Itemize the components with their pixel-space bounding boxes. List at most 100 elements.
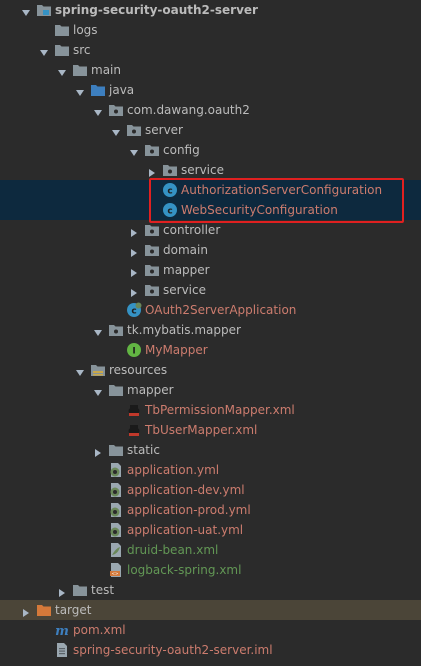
tree-row[interactable]: application.yml (0, 460, 421, 480)
tree-item-label: controller (163, 223, 221, 237)
expand-arrow-icon[interactable] (110, 124, 122, 136)
tree-row[interactable]: I MyMapper (0, 340, 421, 360)
tree-item-label: druid-bean.xml (127, 543, 219, 557)
svg-text:<>: <> (112, 571, 119, 576)
tree-item-label: application-prod.yml (127, 503, 251, 517)
tree-row[interactable]: controller (0, 220, 421, 240)
resources-folder-icon (90, 362, 106, 378)
tree-item-label: java (109, 83, 135, 97)
tree-item-label: spring-security-oauth2-server.iml (73, 643, 273, 657)
tree-item-label: mapper (163, 263, 210, 277)
tree-item-label: main (91, 63, 121, 77)
package-icon (126, 122, 142, 138)
tree-row[interactable]: spring-security-oauth2-server (0, 0, 421, 20)
tree-row[interactable]: java (0, 80, 421, 100)
package-icon (162, 162, 178, 178)
svg-text:c: c (167, 187, 172, 197)
tree-row[interactable]: static (0, 440, 421, 460)
iml-file-icon (54, 642, 70, 658)
java-interface-icon: I (126, 342, 142, 358)
tree-item-label: target (55, 603, 92, 617)
svg-text:m: m (55, 624, 69, 638)
package-icon (144, 242, 160, 258)
tree-row[interactable]: spring-security-oauth2-server.iml (0, 640, 421, 660)
tree-row[interactable]: application-dev.yml (0, 480, 421, 500)
tree-item-label: mapper (127, 383, 174, 397)
svg-text:c: c (131, 307, 136, 317)
tree-item-label: application-dev.yml (127, 483, 245, 497)
collapse-arrow-icon[interactable] (128, 284, 140, 297)
tree-row[interactable]: TbUserMapper.xml (0, 420, 421, 440)
expand-arrow-icon[interactable] (38, 44, 50, 56)
tree-row[interactable]: druid-bean.xml (0, 540, 421, 560)
folder-icon (54, 42, 70, 58)
tree-row[interactable]: server (0, 120, 421, 140)
tree-row[interactable]: TbPermissionMapper.xml (0, 400, 421, 420)
tree-row[interactable]: service (0, 280, 421, 300)
tree-row[interactable]: m pom.xml (0, 620, 421, 640)
tree-row[interactable]: c WebSecurityConfiguration (0, 200, 421, 220)
tree-row[interactable]: mapper (0, 260, 421, 280)
tree-row[interactable]: mapper (0, 380, 421, 400)
maven-icon: m (54, 622, 70, 639)
source-root-folder-icon (90, 82, 106, 98)
tree-row[interactable]: com.dawang.oauth2 (0, 100, 421, 120)
spring-yml-icon (108, 522, 124, 538)
package-icon (144, 222, 160, 238)
expand-arrow-icon[interactable] (128, 144, 140, 156)
folder-icon (108, 382, 124, 398)
expand-arrow-icon[interactable] (20, 4, 32, 16)
tree-item-label: domain (163, 243, 208, 257)
tree-item-label: static (127, 443, 160, 457)
tree-item-label: service (163, 283, 206, 297)
tree-item-label: TbPermissionMapper.xml (145, 403, 295, 417)
collapse-arrow-icon[interactable] (20, 604, 32, 617)
collapse-arrow-icon[interactable] (92, 444, 104, 457)
package-icon (108, 102, 124, 118)
excluded-folder-icon (36, 602, 52, 618)
package-icon (144, 142, 160, 158)
tree-item-label: resources (109, 363, 168, 377)
project-tree: spring-security-oauth2-server logs src main… (0, 0, 421, 666)
folder-icon (72, 62, 88, 78)
tree-row[interactable]: config (0, 140, 421, 160)
tree-row[interactable]: <> logback-spring.xml (0, 560, 421, 580)
tree-item-label: tk.mybatis.mapper (127, 323, 241, 337)
expand-arrow-icon[interactable] (74, 364, 86, 376)
collapse-arrow-icon[interactable] (56, 584, 68, 597)
expand-arrow-icon[interactable] (92, 384, 104, 396)
tree-item-label: com.dawang.oauth2 (127, 103, 250, 117)
module-folder-icon (36, 2, 52, 18)
tree-row[interactable]: resources (0, 360, 421, 380)
tree-row[interactable]: src (0, 40, 421, 60)
tree-row[interactable]: main (0, 60, 421, 80)
expand-arrow-icon[interactable] (92, 324, 104, 336)
expand-arrow-icon[interactable] (56, 64, 68, 76)
spring-xml-icon (108, 542, 124, 558)
tree-item-label: server (145, 123, 183, 137)
tree-row[interactable]: test (0, 580, 421, 600)
collapse-arrow-icon[interactable] (146, 164, 158, 177)
package-icon (144, 282, 160, 298)
logback-xml-icon: <> (108, 562, 124, 578)
tree-row[interactable]: target (0, 600, 421, 620)
svg-text:c: c (167, 207, 172, 217)
tree-item-label: OAuth2ServerApplication (145, 303, 297, 317)
tree-item-label: AuthorizationServerConfiguration (181, 183, 383, 197)
tree-row[interactable]: application-uat.yml (0, 520, 421, 540)
expand-arrow-icon[interactable] (92, 104, 104, 116)
tree-row[interactable]: service (0, 160, 421, 180)
expand-arrow-icon[interactable] (74, 84, 86, 96)
tree-row[interactable]: application-prod.yml (0, 500, 421, 520)
tree-row[interactable]: c OAuth2ServerApplication (0, 300, 421, 320)
tree-row[interactable]: logs (0, 20, 421, 40)
tree-row[interactable]: tk.mybatis.mapper (0, 320, 421, 340)
tree-row[interactable]: domain (0, 240, 421, 260)
tree-item-label: config (163, 143, 200, 157)
tree-item-label: logback-spring.xml (127, 563, 242, 577)
collapse-arrow-icon[interactable] (128, 264, 140, 277)
spring-boot-class-icon: c (126, 302, 142, 318)
tree-row[interactable]: c AuthorizationServerConfiguration (0, 180, 421, 200)
collapse-arrow-icon[interactable] (128, 244, 140, 257)
collapse-arrow-icon[interactable] (128, 224, 140, 237)
